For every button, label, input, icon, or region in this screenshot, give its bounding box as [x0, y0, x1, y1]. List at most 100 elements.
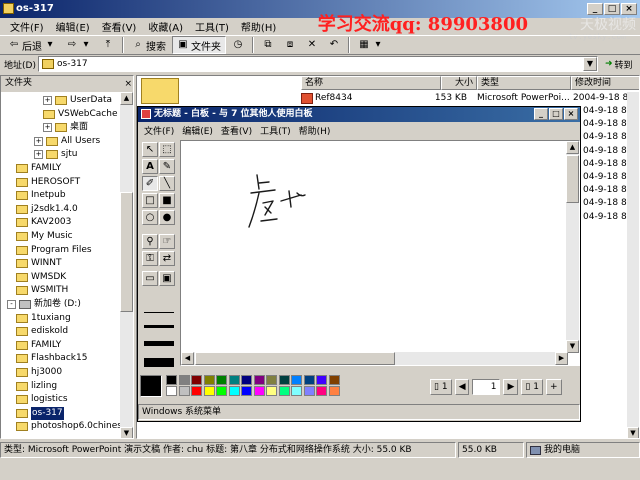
color-swatch[interactable] — [328, 375, 340, 385]
color-swatch[interactable] — [303, 375, 315, 385]
views-button[interactable]: ▦ ▾ — [354, 36, 388, 54]
line-tool-icon[interactable]: ╲ — [159, 176, 175, 191]
color-swatch[interactable] — [266, 386, 277, 396]
scroll-thumb[interactable] — [566, 155, 579, 203]
collapse-icon[interactable]: - — [7, 300, 16, 309]
select-tool-icon[interactable]: ↖ — [142, 142, 158, 157]
tree-item[interactable]: os-317 — [16, 406, 64, 420]
line-width-4[interactable] — [144, 358, 174, 367]
minimize-button[interactable]: _ — [534, 108, 548, 120]
insert-page-button[interactable]: + — [545, 379, 562, 395]
menu-tools[interactable]: 工具(T) — [189, 19, 235, 34]
color-swatch[interactable] — [278, 386, 290, 396]
color-swatch[interactable] — [166, 386, 177, 396]
tree-item[interactable]: FAMILY — [16, 339, 61, 352]
menu-favorites[interactable]: 收藏(A) — [142, 19, 189, 34]
color-swatch[interactable] — [253, 375, 265, 385]
tree-item[interactable]: Inetpub — [16, 189, 66, 202]
tree-item[interactable]: hj3000 — [16, 366, 62, 379]
first-page-button[interactable]: ▯ 1 — [430, 379, 452, 395]
next-page-button[interactable]: ▶ — [503, 379, 519, 395]
scroll-right-button[interactable]: ▶ — [555, 352, 568, 365]
color-swatch[interactable] — [166, 375, 177, 385]
maximize-button[interactable]: □ — [549, 108, 563, 120]
tree-item[interactable]: photoshop6.0chinese — [16, 420, 128, 433]
rectangle-tool-icon[interactable]: □ — [142, 193, 158, 208]
wb-menu-file[interactable]: 文件(F) — [140, 124, 178, 137]
select-window-tool-icon[interactable]: ▭ — [142, 271, 158, 286]
wb-menu-edit[interactable]: 编辑(E) — [178, 124, 217, 137]
tree-item[interactable]: WINNT — [16, 257, 62, 270]
color-swatch[interactable] — [203, 386, 215, 396]
forward-button[interactable]: ⇨ ▾ — [62, 36, 96, 54]
tree-item[interactable]: WMSDK — [16, 271, 66, 284]
select-area-tool-icon[interactable]: ⬚ — [159, 142, 175, 157]
tree-item[interactable]: HEROSOFT — [16, 176, 80, 189]
sync-tool-icon[interactable]: ⇄ — [159, 251, 175, 266]
text-tool-icon[interactable]: A — [142, 159, 158, 174]
file-row[interactable]: Ref8434 153 KB Microsoft PowerPoi... 200… — [137, 92, 639, 105]
line-width-3[interactable] — [144, 341, 174, 346]
pen-tool-icon[interactable]: ✎ — [159, 159, 175, 174]
menu-edit[interactable]: 编辑(E) — [50, 19, 96, 34]
menu-help[interactable]: 帮助(H) — [235, 19, 282, 34]
expand-icon[interactable]: + — [43, 96, 52, 105]
back-button[interactable]: ⇦ 后退 ▾ — [4, 36, 60, 54]
tree-item[interactable]: KAV2003 — [16, 216, 71, 229]
copy-to-button[interactable]: ⧈ — [280, 36, 300, 54]
page-number-input[interactable]: 1 — [472, 379, 501, 395]
expand-icon[interactable]: + — [34, 136, 43, 146]
tree-item[interactable]: FAMILY — [16, 162, 61, 175]
close-button[interactable]: × — [564, 108, 578, 120]
tree-item[interactable]: + sjtu — [34, 148, 77, 161]
file-list-vertical-scrollbar[interactable]: ▼ — [627, 92, 639, 438]
tree-vertical-scrollbar[interactable]: ▲ ▼ — [120, 92, 133, 438]
search-button[interactable]: ⌕ 搜索 — [128, 36, 170, 54]
tree-item[interactable]: j2sdk1.4.0 — [16, 203, 78, 216]
color-swatch[interactable] — [241, 386, 252, 396]
canvas-vertical-scrollbar[interactable]: ▲ ▼ — [566, 141, 579, 353]
previous-page-button[interactable]: ◀ — [454, 379, 470, 395]
menu-view[interactable]: 查看(V) — [96, 19, 143, 34]
folders-button[interactable]: ▣ 文件夹 — [172, 36, 226, 54]
folder-tree-pane[interactable]: 文件夹 × + UserData VSWebCache + 桌面 + All Users + s… — [0, 75, 134, 439]
scroll-down-button[interactable]: ▼ — [627, 427, 639, 438]
color-swatch[interactable] — [191, 375, 202, 385]
remote-pointer-tool-icon[interactable]: ☞ — [159, 234, 175, 249]
column-type[interactable]: 类型 — [477, 76, 571, 90]
tree-item[interactable]: + UserData — [43, 94, 112, 107]
tree-item[interactable]: + All Users — [34, 135, 100, 148]
color-swatch[interactable] — [303, 386, 315, 396]
scroll-thumb[interactable] — [120, 192, 133, 312]
menu-file[interactable]: 文件(F) — [4, 19, 50, 34]
color-swatch[interactable] — [191, 386, 202, 396]
color-swatch[interactable] — [291, 386, 302, 396]
color-swatch[interactable] — [266, 375, 277, 385]
whiteboard-window[interactable]: 无标题 - 白板 - 与 7 位其他人使用白板 _ □ × 文件(F) 编辑(E… — [137, 106, 581, 422]
zoom-tool-icon[interactable]: ⚲ — [142, 234, 158, 249]
tree-item[interactable]: ediskold — [16, 325, 68, 338]
expand-icon[interactable]: + — [34, 150, 43, 160]
color-swatch[interactable] — [178, 375, 190, 385]
tree-item[interactable]: lizling — [16, 380, 57, 393]
tree-item[interactable]: My Music — [16, 230, 73, 243]
canvas-horizontal-scrollbar[interactable]: ◀ ▶ — [181, 352, 568, 365]
tree-item[interactable]: Program Files — [16, 244, 92, 257]
color-swatch[interactable] — [216, 386, 227, 396]
color-swatch[interactable] — [316, 386, 327, 396]
lock-contents-tool-icon[interactable]: ⚿ — [142, 251, 158, 266]
last-page-button[interactable]: ▯ 1 — [521, 379, 543, 395]
scroll-thumb[interactable] — [195, 352, 395, 365]
line-width-1[interactable] — [144, 312, 174, 313]
column-size[interactable]: 大小 — [441, 76, 477, 90]
move-to-button[interactable]: ⧉ — [258, 36, 278, 54]
color-swatch[interactable] — [278, 375, 290, 385]
scroll-down-button[interactable]: ▼ — [120, 427, 133, 438]
line-width-2[interactable] — [144, 325, 174, 328]
address-input[interactable]: os-317 ▼ — [38, 56, 598, 72]
tree-item[interactable]: - 新加卷 (D:) — [7, 298, 81, 311]
color-swatch[interactable] — [291, 375, 302, 385]
column-modified[interactable]: 修改时间 — [571, 76, 639, 90]
ellipse-tool-icon[interactable]: ○ — [142, 210, 158, 225]
go-button[interactable]: ➜ 转到 — [602, 56, 638, 72]
